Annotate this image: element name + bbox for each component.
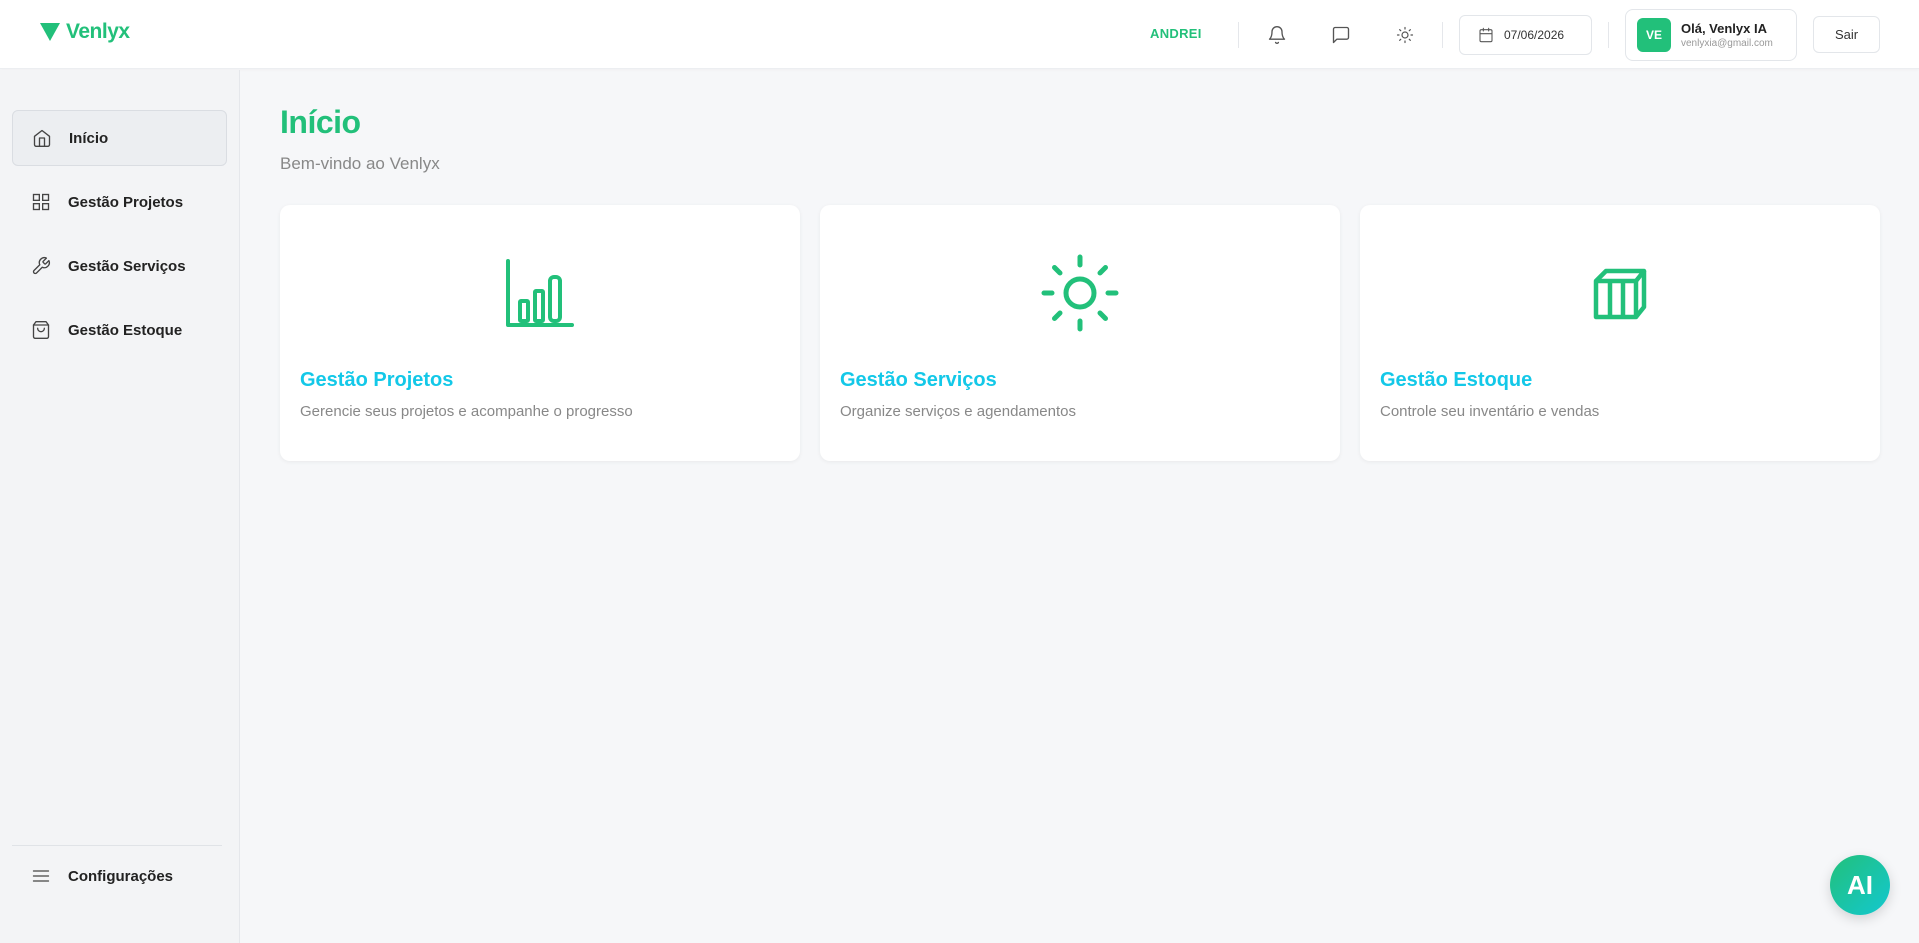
shopping-bag-icon (30, 319, 52, 341)
card-title: Gestão Serviços (840, 369, 997, 391)
messages-button[interactable] (1328, 22, 1354, 48)
page-subtitle: Bem-vindo ao Venlyx (280, 154, 440, 173)
home-icon (31, 127, 53, 149)
box-icon (1360, 253, 1880, 333)
card-gestao-servicos[interactable]: Gestão Serviços Organize serviços e agen… (820, 205, 1340, 461)
bar-chart-icon (280, 253, 800, 333)
bell-icon (1268, 26, 1286, 44)
sidebar-item-label: Gestão Projetos (68, 193, 184, 211)
logo-text: Venlyx (66, 20, 130, 43)
sidebar-item-label: Início (69, 129, 109, 147)
user-name-link[interactable]: ANDREI (1150, 26, 1202, 41)
grid-icon (30, 191, 52, 213)
sun-small-icon (1396, 26, 1414, 44)
page-title: Início (280, 104, 361, 140)
message-square-icon (1332, 26, 1350, 44)
notifications-button[interactable] (1264, 22, 1290, 48)
sidebar-item-configuracoes[interactable]: Configurações (12, 848, 227, 904)
sidebar-divider (12, 845, 222, 846)
sidebar-item-gestao-projetos[interactable]: Gestão Projetos (12, 174, 227, 230)
profile-greeting: Olá, Venlyx IA (1681, 21, 1767, 36)
card-title: Gestão Estoque (1380, 369, 1533, 391)
card-description: Controle seu inventário e vendas (1380, 403, 1600, 420)
sidebar-item-gestao-estoque[interactable]: Gestão Estoque (12, 302, 227, 358)
theme-toggle-button[interactable] (1392, 22, 1418, 48)
calendar-icon (1479, 27, 1493, 43)
header-divider (1442, 22, 1443, 48)
sidebar-item-label: Gestão Estoque (68, 321, 183, 339)
menu-icon (30, 865, 52, 887)
profile-email: venlyxia@gmail.com (1681, 38, 1773, 49)
sidebar-item-inicio[interactable]: Início (12, 110, 227, 166)
date-picker[interactable]: 07/06/2026 (1459, 15, 1592, 55)
card-gestao-estoque[interactable]: Gestão Estoque Controle seu inventário e… (1360, 205, 1880, 461)
sun-icon (820, 253, 1340, 333)
sidebar-item-gestao-servicos[interactable]: Gestão Serviços (12, 238, 227, 294)
logo[interactable]: Venlyx (40, 20, 130, 44)
sidebar-item-label: Configurações (68, 867, 174, 885)
wrench-icon (30, 255, 52, 277)
user-profile[interactable]: VE Olá, Venlyx IA venlyxia@gmail.com (1625, 9, 1797, 61)
card-gestao-projetos[interactable]: Gestão Projetos Gerencie seus projetos e… (280, 205, 800, 461)
header-divider (1238, 22, 1239, 48)
logout-button[interactable]: Sair (1813, 16, 1880, 53)
date-value: 07/06/2026 (1504, 28, 1565, 42)
card-title: Gestão Projetos (300, 369, 454, 391)
profile-info: Olá, Venlyx IA venlyxia@gmail.com (1681, 21, 1773, 49)
avatar: VE (1637, 18, 1671, 52)
sidebar-item-label: Gestão Serviços (68, 257, 186, 275)
card-description: Organize serviços e agendamentos (840, 403, 1076, 420)
header-divider (1608, 22, 1609, 48)
sidebar: Início Gestão Projetos Gestão Serviços G… (0, 70, 240, 943)
card-description: Gerencie seus projetos e acompanhe o pro… (300, 403, 633, 420)
top-header: Venlyx ANDREI 07/06/2026 VE Olá, Venlyx … (0, 0, 1919, 69)
ai-assistant-button[interactable]: AI (1830, 855, 1890, 915)
logo-mark-icon (40, 23, 60, 41)
